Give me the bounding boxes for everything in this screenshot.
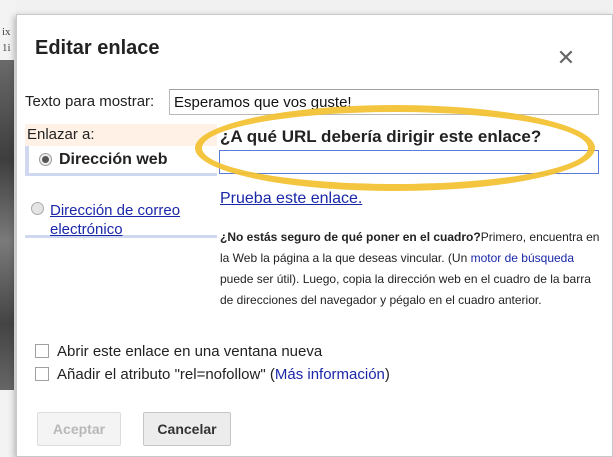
link-option-web-address-label: Dirección web [59,151,168,168]
url-input[interactable] [219,150,599,174]
open-new-window-label: Abrir este enlace en una ventana nueva [57,343,323,360]
more-info-link[interactable]: Más información [275,366,385,383]
open-new-window-row[interactable]: Abrir este enlace en una ventana nueva [35,343,322,361]
url-heading: ¿A qué URL debería dirigir este enlace? [220,127,542,146]
nofollow-row[interactable]: Añadir el atributo "rel=nofollow" (Más i… [35,366,390,384]
radio-unselected-icon[interactable] [31,202,44,215]
help-text: ¿No estás seguro de qué poner en el cuad… [220,227,600,311]
cancel-button[interactable]: Cancelar [143,412,231,446]
test-this-link[interactable]: Prueba este enlace. [220,190,362,208]
background-image-strip [0,60,14,390]
background-text-fragment: 1i [2,42,11,54]
background-text-fragment: ix [2,26,11,38]
dialog-title: Editar enlace [35,37,160,59]
link-to-label: Enlazar a: [25,124,217,146]
text-to-display-label: Texto para mostrar: [25,93,155,110]
link-option-web-address[interactable]: Dirección web [25,146,217,176]
help-text-bold: ¿No estás seguro de qué poner en el cuad… [220,230,481,244]
text-to-display-input[interactable] [169,89,599,115]
background-page-left: ix 1i [0,0,16,457]
accept-button[interactable]: Aceptar [37,412,121,446]
radio-selected-icon[interactable] [39,153,52,166]
link-type-options: Dirección web Dirección de correo electr… [25,146,217,238]
checkbox-nofollow[interactable] [35,367,49,381]
yellow-highlight-ellipse [195,105,595,191]
checkbox-open-new-window[interactable] [35,344,49,358]
nofollow-label: Añadir el atributo "rel=nofollow" ( [57,366,275,383]
nofollow-suffix: ) [384,366,390,383]
help-text-part2: puede ser útil). Luego, copia la direcci… [220,272,591,307]
search-engine-link[interactable]: motor de búsqueda [471,251,574,265]
close-icon[interactable]: ✕ [555,48,577,70]
link-option-email-address-label[interactable]: Dirección de correo electrónico [50,201,215,239]
link-option-email-address[interactable]: Dirección de correo electrónico [25,182,217,238]
edit-link-dialog: Editar enlace ✕ Texto para mostrar: Enla… [16,14,613,457]
